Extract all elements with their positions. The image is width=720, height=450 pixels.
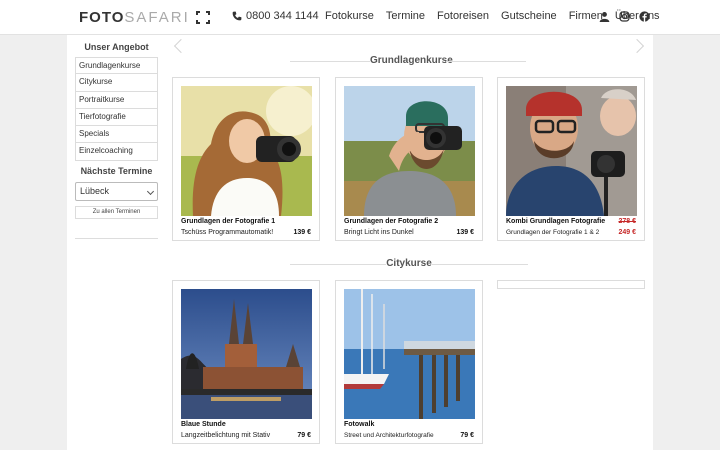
next-dates-title: Nächste Termine: [80, 166, 153, 176]
city-select-value: Lübeck: [80, 186, 110, 196]
nav-fotoreisen[interactable]: Fotoreisen: [437, 10, 489, 22]
sidebar-menu: Grundlagenkurse Citykurse Portraitkurse …: [75, 57, 158, 161]
chevron-down-icon: [146, 187, 155, 196]
all-dates-button[interactable]: Zu allen Terminen: [75, 206, 158, 219]
course-title: Grundlagen der Fotografie 2: [344, 218, 439, 225]
section-divider: [290, 264, 386, 265]
logo-light-text: SAFARI: [124, 9, 190, 26]
phone-icon: [232, 11, 242, 21]
course-image: [344, 289, 475, 419]
course-price: 79 €: [297, 432, 311, 439]
sidebar-title: Unser Angebot: [84, 42, 149, 52]
sidebar-item-citykurse[interactable]: Citykurse: [75, 74, 158, 92]
course-old-price: 278 €: [618, 218, 636, 225]
nav-gutscheine[interactable]: Gutscheine: [501, 10, 557, 22]
course-image: [181, 289, 312, 419]
sidebar-item-portraitkurse[interactable]: Portraitkurse: [75, 91, 158, 109]
site-logo[interactable]: FOTO SAFARI: [79, 9, 210, 26]
logo-frame-icon: [195, 11, 210, 24]
course-image: [344, 86, 475, 216]
nav-termine[interactable]: Termine: [386, 10, 425, 22]
sidebar-divider: [75, 238, 158, 239]
course-title: Blaue Stunde: [181, 421, 226, 428]
facebook-icon[interactable]: [639, 11, 650, 22]
course-price: 79 €: [460, 432, 474, 439]
course-subtitle: Bringt Licht ins Dunkel: [344, 229, 414, 236]
course-card-blaue-stunde[interactable]: Blaue Stunde Langzeitbelichtung mit Stat…: [172, 280, 320, 444]
course-title: Kombi Grundlagen Fotografie: [506, 218, 606, 225]
course-price: 139 €: [293, 229, 311, 236]
sidebar-item-grundlagenkurse[interactable]: Grundlagenkurse: [75, 57, 158, 75]
course-sale-price: 249 €: [618, 229, 636, 236]
city-select[interactable]: Lübeck: [75, 182, 158, 201]
section-title-grundlagenkurse: Grundlagenkurse: [370, 55, 453, 66]
section-divider: [446, 61, 526, 62]
header-icons: [599, 11, 650, 22]
section-divider: [432, 264, 528, 265]
course-subtitle: Grundlagen der Fotografie 1 & 2: [506, 229, 600, 236]
course-card-fotowalk[interactable]: Fotowalk Street und Architekturfotografi…: [335, 280, 483, 444]
course-price: 139 €: [456, 229, 474, 236]
phone-link[interactable]: 0800 344 1144: [232, 10, 319, 22]
sidebar-item-specials[interactable]: Specials: [75, 126, 158, 144]
instagram-icon[interactable]: [619, 11, 630, 22]
section-title-citykurse: Citykurse: [386, 258, 432, 269]
course-subtitle: Tschüss Programmautomatik!: [181, 229, 274, 236]
empty-card-placeholder: [497, 280, 645, 289]
sidebar-item-einzelcoaching[interactable]: Einzelcoaching: [75, 143, 158, 161]
course-image: [506, 86, 637, 216]
course-image: [181, 86, 312, 216]
course-card-grundlagen-1[interactable]: Grundlagen der Fotografie 1 Tschüss Prog…: [172, 77, 320, 241]
nav-fotokurse[interactable]: Fotokurse: [325, 10, 374, 22]
course-subtitle: Langzeitbelichtung mit Stativ: [181, 432, 271, 439]
sidebar-item-tierfotografie[interactable]: Tierfotografie: [75, 108, 158, 127]
phone-number: 0800 344 1144: [246, 10, 319, 22]
course-card-kombi[interactable]: Kombi Grundlagen Fotografie 278 € Grundl…: [497, 77, 645, 241]
user-icon[interactable]: [599, 11, 610, 22]
course-subtitle: Street und Architekturfotografie: [344, 432, 434, 439]
course-title: Grundlagen der Fotografie 1: [181, 218, 276, 225]
top-header: FOTO SAFARI 0800 344 1144 Fotokurse Term…: [0, 0, 720, 35]
nav-firmen[interactable]: Firmen: [569, 10, 603, 22]
logo-bold-text: FOTO: [79, 9, 125, 26]
course-card-grundlagen-2[interactable]: Grundlagen der Fotografie 2 Bringt Licht…: [335, 77, 483, 241]
course-title: Fotowalk: [344, 421, 375, 428]
section-divider: [290, 61, 370, 62]
